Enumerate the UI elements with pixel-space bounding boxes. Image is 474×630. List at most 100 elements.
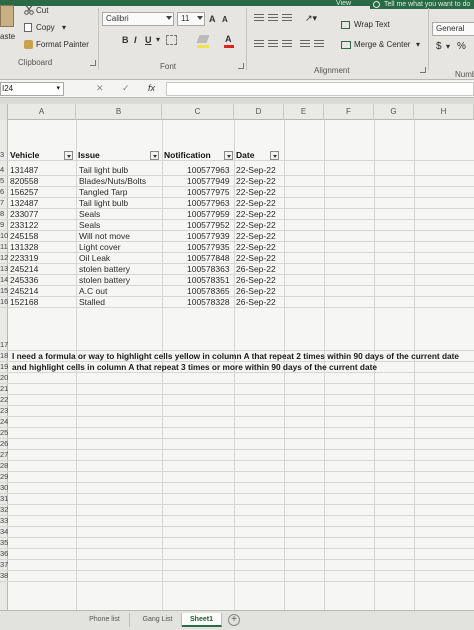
add-sheet-button[interactable]: + (228, 614, 240, 626)
table-row[interactable]: 37 (0, 560, 474, 571)
table-row[interactable]: 32 (0, 505, 474, 516)
cell-issue[interactable]: stolen battery (79, 264, 130, 275)
table-row[interactable]: 12 223319 Oil Leak 100577848 22-Sep-22 (0, 253, 474, 264)
table-row[interactable]: 29 (0, 472, 474, 483)
column-header-c[interactable]: C (162, 104, 234, 120)
tab-view[interactable]: View (336, 0, 351, 8)
sheet-tab-phone-list[interactable]: Phone list (80, 613, 130, 627)
cell-issue[interactable]: Tail light bulb (79, 198, 128, 209)
header-vehicle[interactable]: Vehicle (10, 150, 39, 161)
orientation-icon[interactable]: ↗▾ (305, 13, 317, 23)
row-number[interactable]: 32 (0, 505, 20, 515)
paste-icon[interactable] (0, 5, 14, 27)
name-box[interactable]: I24 ▾ (0, 82, 64, 96)
sheet-tab-gang-list[interactable]: Gang List (134, 613, 182, 627)
column-header-a[interactable]: A (8, 104, 76, 120)
table-row[interactable]: 7 132487 Tail light bulb 100577963 22-Se… (0, 198, 474, 209)
merge-center-button[interactable]: Merge & Center (354, 40, 410, 50)
row-number[interactable]: 17 (0, 340, 20, 350)
table-row[interactable]: 21 (0, 384, 474, 395)
formula-input[interactable] (166, 82, 474, 96)
cell-date[interactable]: 22-Sep-22 (236, 187, 276, 198)
sheet-tab-sheet1[interactable]: Sheet1 (182, 613, 222, 627)
cell-issue[interactable]: stolen battery (79, 275, 130, 286)
currency-dropdown-arrow[interactable]: ▾ (446, 42, 450, 52)
cell-vehicle[interactable]: 245214 (10, 286, 38, 297)
header-date[interactable]: Date (236, 150, 254, 161)
table-row[interactable]: 10 245158 Will not move 100577939 22-Sep… (0, 231, 474, 242)
borders-icon[interactable] (166, 35, 177, 45)
cell-notification[interactable]: 100578328 (187, 297, 230, 308)
table-row[interactable]: 27 (0, 450, 474, 461)
decrease-indent-icon[interactable] (300, 40, 310, 48)
format-painter-button[interactable]: Format Painter (36, 40, 89, 50)
column-header-h[interactable]: H (414, 104, 474, 120)
table-row[interactable]: 19 and highlight cells in column A that … (0, 362, 474, 373)
font-launcher-icon[interactable] (238, 63, 244, 69)
table-row[interactable]: 24 (0, 417, 474, 428)
row-number[interactable]: 38 (0, 571, 20, 581)
filter-dropdown-notification[interactable] (224, 151, 233, 160)
row-number[interactable]: 37 (0, 560, 20, 570)
cell-issue[interactable]: Stalled (79, 297, 105, 308)
row-number[interactable]: 31 (0, 494, 20, 504)
cell-issue[interactable]: Light cover (79, 242, 121, 253)
row-number[interactable]: 30 (0, 483, 20, 493)
question-text-line-2[interactable]: and highlight cells in column A that rep… (12, 362, 377, 373)
fill-color-icon[interactable] (196, 35, 210, 43)
cell-vehicle[interactable]: 132487 (10, 198, 38, 209)
tell-me-box[interactable]: Tell me what you want to do (370, 0, 474, 9)
header-issue[interactable]: Issue (78, 150, 100, 161)
row-number[interactable]: 24 (0, 417, 20, 427)
cell-vehicle[interactable]: 131328 (10, 242, 38, 253)
cell-date[interactable]: 26-Sep-22 (236, 297, 276, 308)
cell-vehicle[interactable]: 245214 (10, 264, 38, 275)
table-row[interactable]: 8 233077 Seals 100577959 22-Sep-22 (0, 209, 474, 220)
question-text-line-1[interactable]: I need a formula or way to highlight cel… (12, 351, 459, 362)
cell-date[interactable]: 22-Sep-22 (236, 253, 276, 264)
cell-vehicle[interactable]: 223319 (10, 253, 38, 264)
cell-issue[interactable]: Tangled Tarp (79, 187, 128, 198)
cell-vehicle[interactable]: 233077 (10, 209, 38, 220)
align-bottom-icon[interactable] (282, 14, 292, 22)
align-top-icon[interactable] (254, 14, 264, 22)
enter-formula-button[interactable]: ✓ (122, 83, 130, 94)
wrap-text-button[interactable]: Wrap Text (354, 20, 390, 30)
cell-notification[interactable]: 100577963 (187, 165, 230, 176)
table-row[interactable]: 33 (0, 516, 474, 527)
column-header-f[interactable]: F (324, 104, 374, 120)
table-row[interactable]: 38 (0, 571, 474, 582)
cell-notification[interactable]: 100577975 (187, 187, 230, 198)
cell-date[interactable]: 22-Sep-22 (236, 209, 276, 220)
cell-issue[interactable]: Blades/Nuts/Bolts (79, 176, 146, 187)
cell-notification[interactable]: 100577959 (187, 209, 230, 220)
table-row[interactable]: 6 156257 Tangled Tarp 100577975 22-Sep-2… (0, 187, 474, 198)
cell-issue[interactable]: Will not move (79, 231, 130, 242)
insert-function-button[interactable]: fx (148, 83, 155, 93)
table-row[interactable]: 35 (0, 538, 474, 549)
table-row[interactable]: 15 245214 A.C out 100578365 26-Sep-22 (0, 286, 474, 297)
cell-issue[interactable]: Tail light bulb (79, 165, 128, 176)
row-number[interactable]: 25 (0, 428, 20, 438)
align-center-icon[interactable] (268, 40, 278, 48)
cell-issue[interactable]: Seals (79, 209, 100, 220)
percent-button[interactable]: % (457, 42, 466, 52)
cell-vehicle[interactable]: 245158 (10, 231, 38, 242)
filter-dropdown-issue[interactable] (150, 151, 159, 160)
row-number[interactable]: 36 (0, 549, 20, 559)
table-row[interactable]: 36 (0, 549, 474, 560)
row-number[interactable]: 20 (0, 373, 20, 383)
number-format-combo[interactable]: General (432, 22, 474, 36)
filter-dropdown-date[interactable] (270, 151, 279, 160)
cell-issue[interactable]: Seals (79, 220, 100, 231)
align-middle-icon[interactable] (268, 14, 278, 22)
row-number[interactable]: 23 (0, 406, 20, 416)
table-row[interactable]: 5 820558 Blades/Nuts/Bolts 100577949 22-… (0, 176, 474, 187)
row-number[interactable]: 27 (0, 450, 20, 460)
table-row[interactable]: 4 131487 Tail light bulb 100577963 22-Se… (0, 165, 474, 176)
cell-notification[interactable]: 100577963 (187, 198, 230, 209)
table-row[interactable]: 25 (0, 428, 474, 439)
column-header-e[interactable]: E (284, 104, 324, 120)
filter-dropdown-vehicle[interactable] (64, 151, 73, 160)
currency-button[interactable]: $ (436, 42, 442, 52)
